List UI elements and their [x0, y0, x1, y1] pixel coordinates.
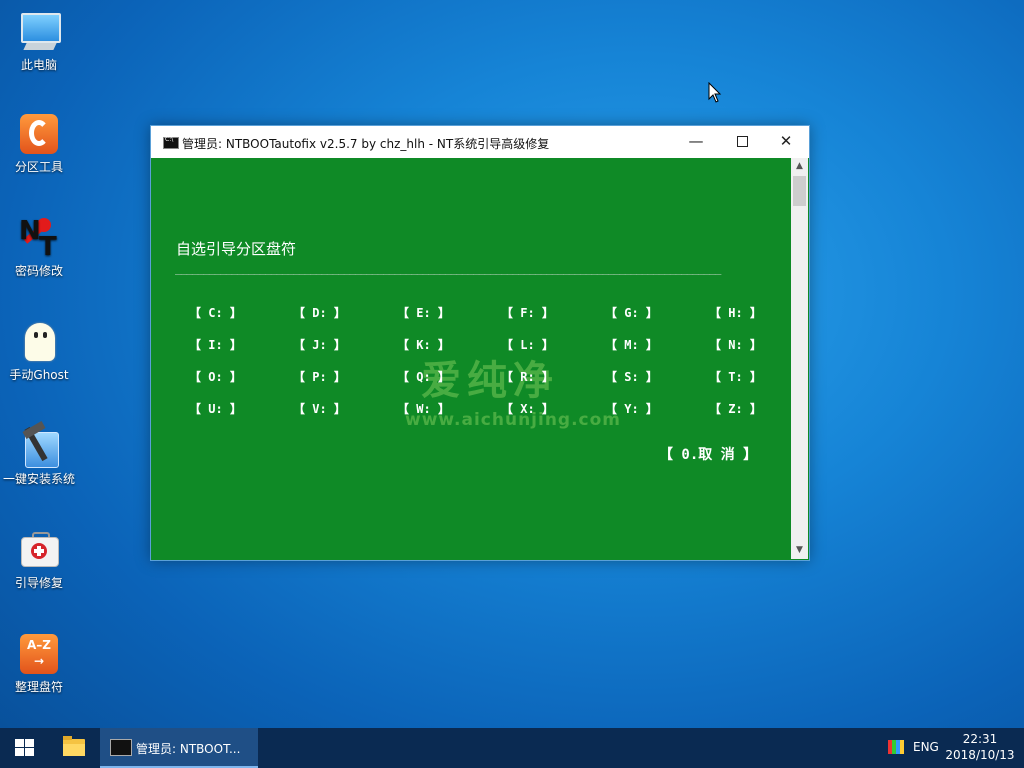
start-button[interactable]: [0, 728, 48, 768]
cmd-icon: [110, 739, 132, 756]
drive-option[interactable]: 【 N: 】: [709, 336, 762, 353]
system-clock[interactable]: 22:31 2018/10/13: [942, 731, 1018, 763]
desktop-icon-label: 引导修复: [14, 576, 63, 590]
drive-option[interactable]: 【 I: 】: [189, 336, 242, 353]
desktop-icon-partition-tool[interactable]: 分区工具: [2, 112, 76, 175]
desktop-icon-sort-drive-letters[interactable]: A–Z → 整理盘符: [2, 632, 76, 695]
sort-drive-letters-icon: A–Z →: [17, 632, 61, 676]
folder-icon: [63, 736, 85, 756]
taskbar: 管理员: NTBOOT... ENG 22:31 2018/10/13: [0, 728, 1024, 768]
desktop-icon-label: 密码修改: [14, 264, 63, 278]
minimize-button[interactable]: —: [673, 126, 719, 158]
ghost-icon: [17, 320, 61, 364]
drive-option[interactable]: 【 G: 】: [605, 304, 658, 321]
mouse-cursor-icon: [708, 82, 722, 103]
desktop-icon-label: 此电脑: [20, 58, 57, 72]
password-reset-icon: NT: [19, 216, 57, 262]
drive-option[interactable]: 【 T: 】: [709, 368, 762, 385]
drive-option[interactable]: 【 P: 】: [293, 368, 346, 385]
taskbar-item-console[interactable]: 管理员: NTBOOT...: [100, 728, 258, 768]
az-glyph-arrow: →: [33, 654, 45, 668]
clock-time: 22:31: [962, 732, 998, 746]
desktop-icon-label: 整理盘符: [14, 680, 63, 694]
drive-option[interactable]: 【 C: 】: [189, 304, 242, 321]
az-glyph-top: A–Z: [27, 638, 51, 652]
drive-option[interactable]: 【 L: 】: [501, 336, 554, 353]
console-window[interactable]: 管理员: NTBOOTautofix v2.5.7 by chz_hlh - N…: [150, 125, 810, 561]
tray-flag-icon[interactable]: [888, 740, 904, 754]
input-language[interactable]: ENG: [913, 740, 939, 754]
window-title: 管理员: NTBOOTautofix v2.5.7 by chz_hlh - N…: [182, 137, 550, 151]
boot-repair-icon: [17, 528, 61, 572]
drive-option[interactable]: 【 W: 】: [397, 400, 450, 417]
desktop-icon-label: 手动Ghost: [9, 368, 69, 382]
scroll-up-arrow-icon[interactable]: ▲: [791, 158, 808, 175]
drive-option[interactable]: 【 S: 】: [605, 368, 658, 385]
maximize-icon: [736, 136, 748, 147]
install-system-icon: [17, 421, 61, 468]
close-button[interactable]: ✕: [763, 126, 809, 158]
windows-logo-icon: [15, 739, 35, 757]
partition-tool-icon: [17, 112, 61, 156]
vertical-scrollbar[interactable]: ▲ ▼: [791, 158, 808, 559]
drive-option[interactable]: 【 M: 】: [605, 336, 658, 353]
desktop-icon-label: 分区工具: [14, 160, 63, 174]
taskbar-item-label: 管理员: NTBOOT...: [136, 742, 241, 756]
maximize-button[interactable]: [719, 126, 765, 158]
drive-option[interactable]: 【 Q: 】: [397, 368, 450, 385]
drive-option[interactable]: 【 O: 】: [189, 368, 242, 385]
desktop-icon-this-pc[interactable]: 此电脑: [2, 10, 76, 73]
desktop-icon-password-reset[interactable]: NT 密码修改: [2, 216, 76, 279]
window-titlebar[interactable]: 管理员: NTBOOTautofix v2.5.7 by chz_hlh - N…: [151, 126, 809, 158]
drive-option[interactable]: 【 H: 】: [709, 304, 762, 321]
scrollbar-thumb[interactable]: [793, 176, 806, 206]
cancel-option[interactable]: 【 0.取 消 】: [659, 444, 757, 464]
drive-option[interactable]: 【 Y: 】: [605, 400, 658, 417]
desktop-icon-label: 一键安装系统: [2, 472, 75, 486]
drive-option[interactable]: 【 D: 】: [293, 304, 346, 321]
drive-option[interactable]: 【 E: 】: [397, 304, 450, 321]
drive-option[interactable]: 【 U: 】: [189, 400, 242, 417]
drive-option[interactable]: 【 Z: 】: [709, 400, 762, 417]
console-content: 爱纯净 www.aichunjing.com 自选引导分区盘符 ________…: [151, 158, 791, 559]
divider-line: ________________________________________…: [175, 262, 721, 275]
desktop-icon-install-system[interactable]: 一键安装系统: [2, 421, 76, 487]
desktop-icon-ghost[interactable]: 手动Ghost: [2, 320, 76, 383]
desktop-icon-boot-repair[interactable]: 引导修复: [2, 528, 76, 591]
file-explorer-button[interactable]: [50, 728, 96, 768]
cmd-icon: [163, 136, 179, 149]
page-title: 自选引导分区盘符: [176, 240, 297, 258]
drive-option[interactable]: 【 X: 】: [501, 400, 554, 417]
drive-option[interactable]: 【 F: 】: [501, 304, 554, 321]
clock-date: 2018/10/13: [945, 748, 1015, 762]
drive-option[interactable]: 【 K: 】: [397, 336, 450, 353]
drive-option[interactable]: 【 J: 】: [293, 336, 346, 353]
scroll-down-arrow-icon[interactable]: ▼: [791, 542, 808, 559]
drive-option[interactable]: 【 R: 】: [501, 368, 554, 385]
this-pc-icon: [17, 10, 61, 54]
drive-option[interactable]: 【 V: 】: [293, 400, 346, 417]
